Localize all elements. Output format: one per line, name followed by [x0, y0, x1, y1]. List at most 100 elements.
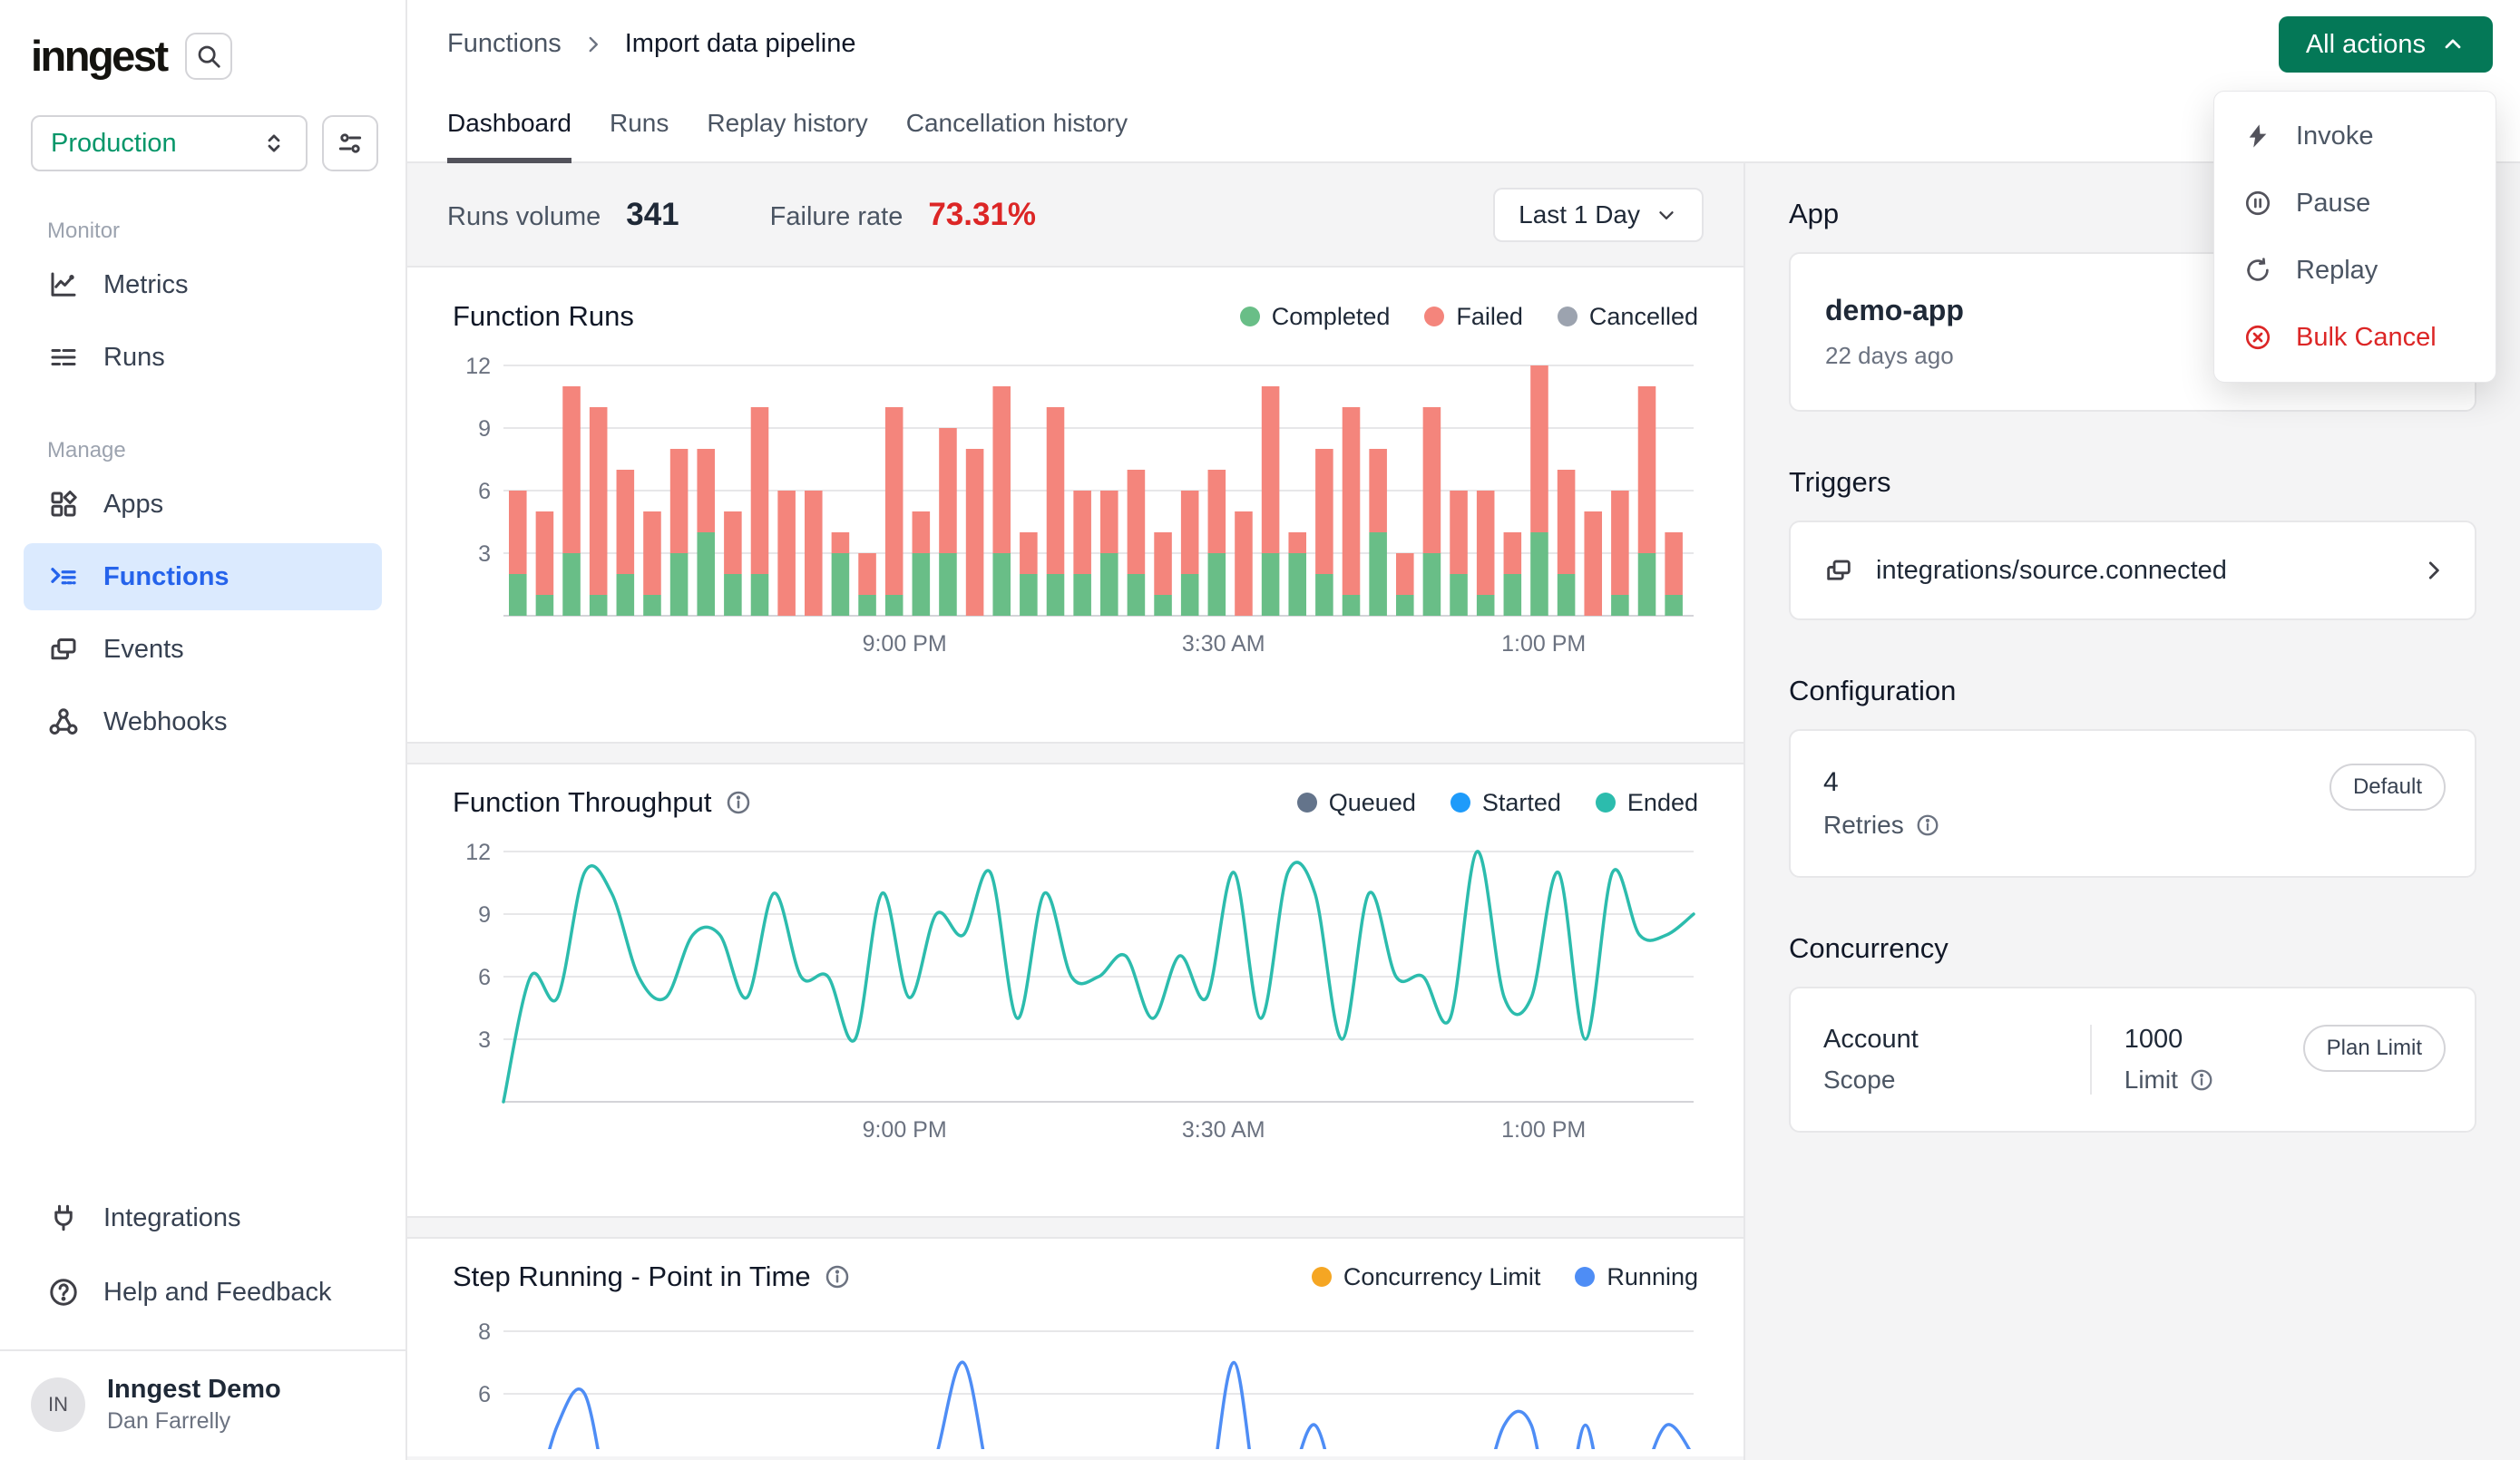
- started-dot: [1450, 793, 1470, 813]
- default-badge: Default: [2330, 764, 2446, 811]
- svg-text:3: 3: [478, 1027, 491, 1053]
- sidebar-item-label: Functions: [103, 562, 230, 592]
- tab-cancellation-history[interactable]: Cancellation history: [906, 109, 1128, 163]
- failed-dot: [1424, 307, 1444, 326]
- concurrency-scope-label: Scope: [1823, 1066, 1895, 1095]
- replay-icon: [2243, 256, 2272, 285]
- retries-card: 4 Retries Default: [1789, 729, 2476, 878]
- user-menu[interactable]: IN Inngest Demo Dan Farrelly: [0, 1349, 405, 1460]
- lightning-icon: [2243, 122, 2272, 151]
- sidebar: inngest Production Monitor Metrics: [0, 0, 407, 1460]
- chevron-right-icon: [2420, 557, 2447, 584]
- info-icon[interactable]: [725, 789, 752, 816]
- tab-runs[interactable]: Runs: [610, 109, 669, 163]
- svg-text:3: 3: [478, 541, 491, 567]
- svg-text:6: 6: [478, 479, 491, 504]
- runs-volume-stat: Runs volume 341: [447, 197, 679, 233]
- step-running-section: Step Running - Point in Time Concurrency…: [407, 1237, 1743, 1456]
- sidebar-item-help[interactable]: Help and Feedback: [24, 1259, 382, 1326]
- apps-grid-icon: [47, 488, 80, 521]
- menu-item-invoke[interactable]: Invoke: [2214, 102, 2496, 170]
- tab-bar: Dashboard Runs Replay history Cancellati…: [447, 109, 1128, 163]
- info-icon[interactable]: [2189, 1067, 2214, 1093]
- avatar: IN: [31, 1377, 85, 1432]
- chevron-up-icon: [2440, 32, 2466, 57]
- svg-text:6: 6: [478, 965, 491, 990]
- svg-text:6: 6: [478, 1382, 491, 1407]
- legend-completed: Completed: [1240, 303, 1391, 331]
- environment-settings-button[interactable]: [322, 115, 378, 171]
- plan-limit-badge: Plan Limit: [2303, 1025, 2446, 1072]
- concurrency-limit-value: 1000: [2124, 1025, 2214, 1055]
- concurrency-limit-label: Limit: [2124, 1066, 2178, 1095]
- sidebar-item-label: Apps: [103, 490, 163, 520]
- tab-replay-history[interactable]: Replay history: [707, 109, 867, 163]
- cancelled-dot: [1558, 307, 1577, 326]
- completed-dot: [1240, 307, 1260, 326]
- plug-icon: [47, 1202, 80, 1234]
- legend-cancelled: Cancelled: [1558, 303, 1698, 331]
- concurrency-heading: Concurrency: [1789, 932, 2476, 965]
- tab-dashboard[interactable]: Dashboard: [447, 109, 571, 163]
- failure-rate-value: 73.31%: [928, 197, 1036, 233]
- configuration-heading: Configuration: [1789, 675, 2476, 707]
- svg-text:1:00 PM: 1:00 PM: [1501, 1117, 1586, 1143]
- runs-list-icon: [47, 341, 80, 374]
- function-runs-legend: Completed Failed Cancelled: [1240, 303, 1698, 331]
- svg-text:3:30 AM: 3:30 AM: [1182, 631, 1265, 657]
- time-range-select[interactable]: Last 1 Day: [1493, 188, 1704, 242]
- failure-rate-stat: Failure rate 73.31%: [770, 197, 1036, 233]
- legend-ended: Ended: [1596, 789, 1698, 817]
- sidebar-item-apps[interactable]: Apps: [24, 471, 382, 538]
- all-actions-menu: Invoke Pause Replay Bulk Cancel: [2213, 91, 2496, 383]
- chevron-down-icon: [1655, 203, 1678, 227]
- svg-text:3:30 AM: 3:30 AM: [1182, 1117, 1265, 1143]
- svg-text:8: 8: [478, 1319, 491, 1345]
- environment-value: Production: [51, 129, 177, 159]
- sidebar-item-label: Integrations: [103, 1203, 241, 1233]
- search-icon: [195, 43, 222, 70]
- sidebar-section-monitor: Monitor: [47, 219, 405, 244]
- svg-text:9: 9: [478, 416, 491, 442]
- sidebar-item-webhooks[interactable]: Webhooks: [24, 688, 382, 755]
- svg-text:9:00 PM: 9:00 PM: [863, 1117, 947, 1143]
- sidebar-item-integrations[interactable]: Integrations: [24, 1184, 382, 1251]
- help-circle-icon: [47, 1276, 80, 1309]
- function-throughput-section: Function Throughput Queued Started: [407, 763, 1743, 1218]
- breadcrumb-current: Import data pipeline: [625, 29, 856, 59]
- svg-text:9:00 PM: 9:00 PM: [863, 631, 947, 657]
- info-icon[interactable]: [824, 1263, 851, 1290]
- sidebar-item-events[interactable]: Events: [24, 616, 382, 683]
- svg-text:1:00 PM: 1:00 PM: [1501, 631, 1586, 657]
- concurrency-limit-dot: [1312, 1267, 1332, 1287]
- legend-queued: Queued: [1297, 789, 1416, 817]
- search-button[interactable]: [185, 33, 232, 80]
- sidebar-section-manage: Manage: [47, 438, 405, 463]
- runs-volume-value: 341: [626, 197, 679, 233]
- legend-started: Started: [1450, 789, 1561, 817]
- info-icon[interactable]: [1915, 813, 1940, 838]
- sidebar-item-functions[interactable]: Functions: [24, 543, 382, 610]
- breadcrumb-functions[interactable]: Functions: [447, 29, 562, 59]
- chevron-up-down-icon: [260, 130, 288, 157]
- concurrency-card: Account Scope 1000 Limit Plan Limit: [1789, 987, 2476, 1133]
- stats-band: Runs volume 341 Failure rate 73.31% Last…: [407, 163, 1743, 266]
- menu-item-pause[interactable]: Pause: [2214, 170, 2496, 237]
- environment-selector[interactable]: Production: [31, 115, 308, 171]
- menu-item-bulk-cancel[interactable]: Bulk Cancel: [2214, 304, 2496, 371]
- topbar: Functions Import data pipeline Dashboard…: [407, 0, 2520, 163]
- sidebar-item-runs[interactable]: Runs: [24, 324, 382, 391]
- step-running-legend: Concurrency Limit Running: [1312, 1263, 1698, 1291]
- retries-label: Retries: [1823, 811, 1904, 840]
- sidebar-item-metrics[interactable]: Metrics: [24, 251, 382, 318]
- all-actions-button[interactable]: All actions: [2279, 16, 2493, 73]
- time-range-value: Last 1 Day: [1519, 200, 1640, 229]
- main-area: Functions Import data pipeline Dashboard…: [407, 0, 2520, 1460]
- trigger-card[interactable]: integrations/source.connected: [1789, 521, 2476, 620]
- user-name: Dan Farrelly: [107, 1408, 281, 1435]
- concurrency-scope-value: Account: [1823, 1025, 2057, 1055]
- ended-dot: [1596, 793, 1616, 813]
- webhook-icon: [47, 706, 80, 738]
- cancel-circle-icon: [2243, 323, 2272, 352]
- menu-item-replay[interactable]: Replay: [2214, 237, 2496, 304]
